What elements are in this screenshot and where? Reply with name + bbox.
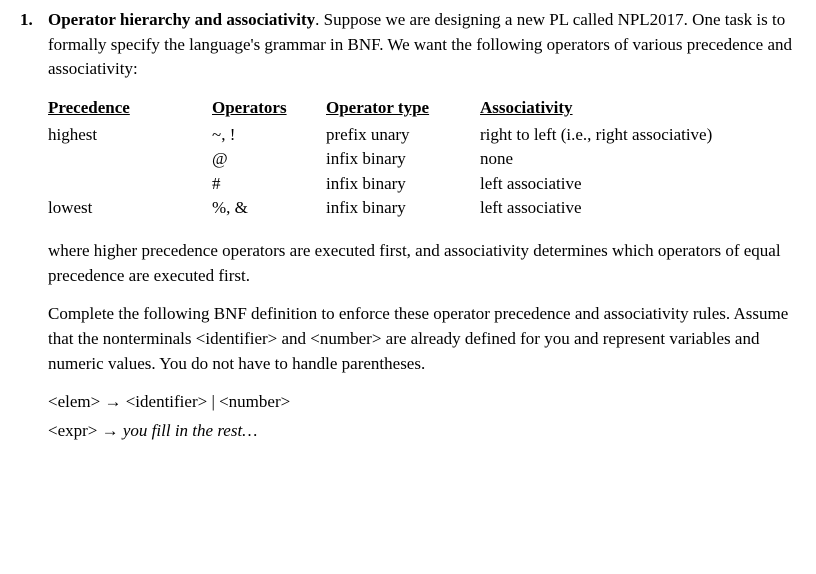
cell-precedence [48,172,212,197]
cell-precedence: lowest [48,196,212,221]
table-row: lowest %, & infix binary left associativ… [48,196,736,221]
header-associativity: Associativity [480,96,736,123]
explanation-paragraph: where higher precedence operators are ex… [48,239,792,288]
cell-operator-type: prefix unary [326,123,480,148]
cell-operators: # [212,172,326,197]
cell-associativity: none [480,147,736,172]
cell-precedence [48,147,212,172]
question-number: 1. [20,8,48,448]
bnf-expr-prefix: <expr> → [48,421,123,440]
page: 1. Operator hierarchy and associativity.… [0,0,816,456]
bnf-line-expr: <expr> → you fill in the rest… [48,419,792,444]
cell-operators: @ [212,147,326,172]
cell-associativity: right to left (i.e., right associative) [480,123,736,148]
question-title: Operator hierarchy and associativity [48,10,315,29]
bnf-expr-fill: you fill in the rest… [123,421,257,440]
cell-operators: ~, ! [212,123,326,148]
header-operators: Operators [212,96,326,123]
cell-associativity: left associative [480,172,736,197]
instruction-paragraph: Complete the following BNF definition to… [48,302,792,376]
intro-paragraph: Operator hierarchy and associativity. Su… [48,8,792,82]
cell-operator-type: infix binary [326,172,480,197]
cell-operator-type: infix binary [326,196,480,221]
question-row: 1. Operator hierarchy and associativity.… [20,8,792,448]
operator-table: Precedence Operators Operator type Assoc… [48,96,736,221]
header-operator-type: Operator type [326,96,480,123]
header-precedence: Precedence [48,96,212,123]
cell-precedence: highest [48,123,212,148]
table-row: @ infix binary none [48,147,736,172]
table-row: highest ~, ! prefix unary right to left … [48,123,736,148]
question-body: Operator hierarchy and associativity. Su… [48,8,792,448]
cell-associativity: left associative [480,196,736,221]
cell-operator-type: infix binary [326,147,480,172]
bnf-line-elem: <elem> → <identifier> | <number> [48,390,792,415]
table-row: # infix binary left associative [48,172,736,197]
bnf-block: <elem> → <identifier> | <number> <expr> … [48,390,792,443]
cell-operators: %, & [212,196,326,221]
table-header-row: Precedence Operators Operator type Assoc… [48,96,736,123]
